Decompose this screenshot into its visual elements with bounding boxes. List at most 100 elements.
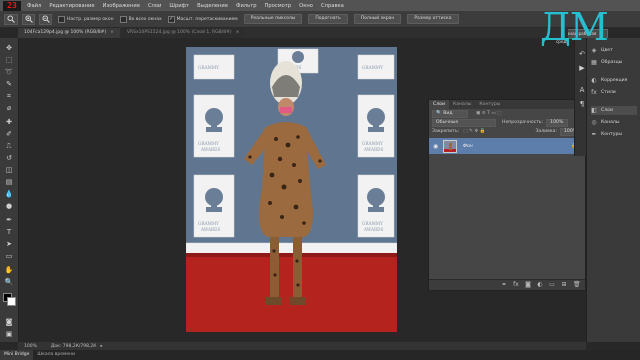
- dock-item-styles[interactable]: fx Стили: [591, 88, 616, 97]
- healing-brush-tool-icon[interactable]: ✚: [4, 118, 14, 126]
- svg-text:GRAMMY: GRAMMY: [198, 221, 219, 226]
- svg-text:GRAMMY: GRAMMY: [362, 141, 383, 146]
- zoom-tool-icon[interactable]: 🔍: [4, 278, 14, 286]
- photo-image: GRAMMYAWARDS GRAMMYAWARDS GRAMMYAWARDS G…: [186, 47, 397, 332]
- eyedropper-tool-icon[interactable]: ⌀: [4, 104, 14, 112]
- blur-tool-icon[interactable]: 💧: [4, 190, 14, 198]
- menu-type[interactable]: Шрифт: [169, 3, 189, 9]
- tab-layers[interactable]: Слои: [429, 100, 449, 109]
- resize-windows-checkbox[interactable]: [58, 15, 65, 23]
- layers-icon: ◧: [591, 106, 597, 114]
- all-windows-checkbox[interactable]: [119, 15, 127, 23]
- menu-filter[interactable]: Фильтр: [236, 3, 257, 9]
- svg-text:AWARDS: AWARDS: [363, 227, 383, 232]
- path-select-tool-icon[interactable]: ➤: [4, 240, 14, 248]
- document-canvas[interactable]: GRAMMY AWARDS GRAMMY AWARDS GRAMMY AWARDS G…: [186, 47, 397, 332]
- svg-text:AWARDS: AWARDS: [363, 147, 383, 152]
- status-arrow-icon[interactable]: ▸: [100, 344, 102, 349]
- dock-item-label: Слои: [601, 108, 613, 113]
- svg-text:AWARDS: AWARDS: [200, 147, 220, 152]
- layer-thumbnail: [443, 139, 457, 153]
- opacity-label: Непрозрачность:: [502, 120, 544, 125]
- new-layer-icon[interactable]: ⊞: [561, 282, 567, 288]
- fill-screen-button[interactable]: Полный экран: [353, 14, 402, 24]
- menu-view[interactable]: Просмотр: [265, 3, 292, 9]
- dock-item-layers[interactable]: ◧ Слои: [591, 106, 637, 115]
- quick-select-tool-icon[interactable]: ✎: [4, 80, 14, 88]
- pen-tool-icon[interactable]: ✒: [4, 216, 14, 224]
- actual-pixels-button[interactable]: Реальные пикселы: [243, 14, 303, 24]
- fit-screen-button[interactable]: Подогнать: [308, 14, 348, 24]
- history-brush-tool-icon[interactable]: ↺: [4, 154, 14, 162]
- tab-mini-bridge[interactable]: Mini Bridge: [0, 350, 34, 360]
- layers-panel-footer: ⚭ fx ◙ ◐ ▭ ⊞ 🗑: [429, 279, 585, 290]
- lock-row: Закрепить: ⬚ ✎ ✥ 🔒 Заливка: 100%: [429, 127, 585, 136]
- filter-icons[interactable]: ▣ ⊘ T ▭ ⬚: [476, 111, 502, 116]
- dock-item-paths[interactable]: ✒ Контуры: [591, 130, 622, 139]
- trash-icon[interactable]: 🗑: [573, 282, 581, 288]
- layer-style-icon[interactable]: fx: [513, 282, 519, 288]
- move-tool-icon[interactable]: ✥: [4, 44, 14, 52]
- layer-mask-icon[interactable]: ◙: [525, 282, 531, 288]
- filter-kind-value: Вид: [443, 110, 453, 116]
- doc-tab-inactive[interactable]: VRSx10PS1524.jpg @ 100% (Слой 1, RGB/8#)…: [120, 28, 246, 38]
- screen-mode-icon[interactable]: ▣: [4, 330, 14, 338]
- scrubby-zoom-checkbox[interactable]: ✓: [167, 15, 175, 23]
- dock-item-label: Стили: [601, 90, 616, 95]
- dock-item-channels[interactable]: ◎ Каналы: [591, 118, 619, 127]
- print-size-button[interactable]: Размер оттиска: [407, 14, 459, 24]
- fill-label: Заливка:: [535, 129, 557, 134]
- dock-item-label: Образцы: [601, 60, 623, 65]
- menu-select[interactable]: Выделение: [197, 3, 228, 9]
- eraser-tool-icon[interactable]: ◫: [4, 166, 14, 174]
- hand-tool-icon[interactable]: ✋: [4, 266, 14, 274]
- dock-item-adjustments[interactable]: ◐ Коррекция: [591, 76, 627, 85]
- shape-tool-icon[interactable]: ▭: [4, 252, 14, 260]
- menu-edit[interactable]: Редактирование: [49, 3, 94, 9]
- layer-row[interactable]: ◉ Фон 🔒: [429, 138, 585, 154]
- zoom-level[interactable]: 100%: [24, 344, 37, 349]
- close-icon[interactable]: ×: [110, 30, 114, 35]
- watermark-logo: ДМ: [540, 5, 609, 49]
- menu-file[interactable]: Файл: [27, 3, 41, 9]
- crop-tool-icon[interactable]: ⌗: [4, 92, 14, 100]
- document-size: Док: 798,2К/798,2К: [50, 343, 97, 349]
- layers-panel: Слои Каналы Контуры ≡ 🔍 Вид ▣ ⊘ T ▭ ⬚ Об…: [428, 99, 586, 291]
- adjustment-layer-icon[interactable]: ◐: [537, 282, 543, 288]
- paths-icon: ✒: [591, 130, 597, 138]
- zoom-out-button[interactable]: [39, 13, 52, 25]
- visibility-eye-icon[interactable]: ◉: [433, 143, 438, 150]
- svg-text:GRAMMY: GRAMMY: [198, 141, 219, 146]
- background-color-swatch[interactable]: [7, 297, 16, 306]
- doc-tab-label: 104Fca129p4.jpg @ 100% (RGB/8#): [24, 30, 107, 35]
- quick-mask-icon[interactable]: ◙: [4, 318, 14, 326]
- swatches-icon: ▦: [591, 58, 597, 66]
- doc-tab-active[interactable]: 104Fca129p4.jpg @ 100% (RGB/8#) ×: [18, 28, 120, 38]
- filter-kind-select[interactable]: 🔍 Вид: [432, 109, 468, 118]
- app-logo: 23: [3, 0, 21, 11]
- menu-window[interactable]: Окно: [299, 3, 313, 9]
- dodge-tool-icon[interactable]: ●: [4, 202, 14, 210]
- blend-mode-select[interactable]: Обычные: [432, 118, 496, 127]
- menu-image[interactable]: Изображение: [103, 3, 140, 9]
- gradient-tool-icon[interactable]: ▤: [4, 178, 14, 186]
- zoom-in-button[interactable]: [22, 13, 35, 25]
- type-tool-icon[interactable]: T: [4, 228, 14, 236]
- menu-help[interactable]: Справка: [321, 3, 344, 9]
- lock-icons[interactable]: ⬚ ✎ ✥ 🔒: [463, 129, 485, 134]
- marquee-tool-icon[interactable]: ⬚: [4, 56, 14, 64]
- link-layers-icon[interactable]: ⚭: [501, 282, 507, 288]
- tab-channels[interactable]: Каналы: [449, 100, 475, 109]
- menu-layer[interactable]: Слои: [148, 3, 161, 9]
- clone-stamp-tool-icon[interactable]: ⎍: [4, 142, 14, 150]
- styles-icon: fx: [591, 88, 597, 96]
- close-icon[interactable]: ×: [236, 30, 240, 35]
- zoom-tool-preset[interactable]: [4, 13, 18, 25]
- brush-tool-icon[interactable]: ✐: [4, 130, 14, 138]
- dock-item-swatches[interactable]: ▦ Образцы: [591, 58, 622, 67]
- opacity-input[interactable]: 100%: [546, 118, 569, 127]
- tab-paths[interactable]: Контуры: [475, 100, 504, 109]
- lasso-tool-icon[interactable]: ➰: [4, 68, 14, 76]
- new-group-icon[interactable]: ▭: [549, 282, 555, 288]
- tab-timeline[interactable]: Шкала времени: [33, 350, 79, 360]
